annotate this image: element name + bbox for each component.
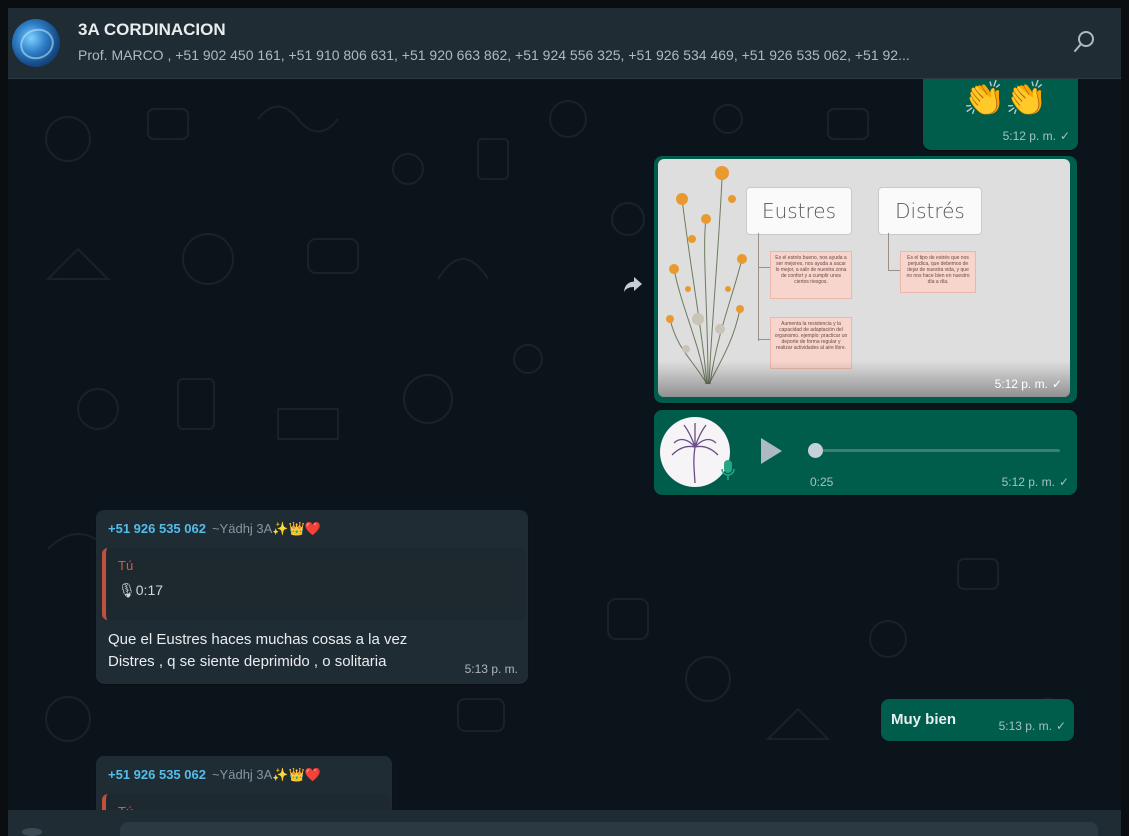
- whatsapp-window: 3A CORDINACION Prof. MARCO , +51 902 450…: [8, 8, 1121, 836]
- connector-line: [758, 339, 770, 340]
- image-message[interactable]: Eustres Distrés Es el estrés bueno, nos …: [654, 156, 1077, 403]
- audio-progress-thumb[interactable]: [808, 443, 823, 458]
- message-composer: [8, 810, 1121, 836]
- message-time: 5:12 p. m.: [1002, 129, 1056, 143]
- search-icon[interactable]: [1071, 28, 1099, 56]
- message-timestamp: 5:12 p. m. ✓: [995, 377, 1062, 391]
- quoted-message[interactable]: Tú 🎙0:17: [102, 548, 526, 620]
- connector-line: [888, 233, 889, 271]
- slide-note-distres: Es el tipo de estrés que nos perjudica, …: [900, 251, 976, 293]
- sent-check-icon: ✓: [1051, 377, 1062, 391]
- sender-nickname: ~Yädhj 3A✨👑❤️: [211, 767, 321, 782]
- emoji-button[interactable]: [22, 828, 42, 836]
- quoted-author: Tú: [118, 558, 134, 573]
- quoted-voice-note: 🎙0:17: [118, 582, 164, 598]
- group-avatar[interactable]: [12, 19, 60, 67]
- message-bubble-muy-bien[interactable]: Muy bien 5:13 p. m. ✓: [881, 699, 1074, 741]
- connector-line: [758, 233, 759, 341]
- message-text-line: Distres , q se siente deprimido , o soli…: [108, 653, 387, 670]
- connector-line: [758, 267, 770, 268]
- message-time: 5:12 p. m.: [994, 377, 1048, 391]
- clap-emoji: 👏👏: [963, 80, 1048, 118]
- sent-check-icon: ✓: [1059, 129, 1070, 143]
- play-icon[interactable]: [758, 436, 784, 466]
- message-time: 5:13 p. m.: [998, 719, 1052, 733]
- microphone-icon: [721, 460, 735, 480]
- message-time: 5:13 p. m.: [464, 662, 518, 676]
- sender-phone: +51 926 535 062: [108, 521, 206, 536]
- message-text-line: Que el Eustres haces muchas cosas a la v…: [108, 631, 408, 648]
- sender-nickname: ~Yädhj 3A✨👑❤️: [211, 521, 321, 536]
- message-bubble-claps[interactable]: 👏👏 5:12 p. m. ✓: [923, 79, 1078, 150]
- forward-icon[interactable]: [622, 273, 644, 295]
- message-sender[interactable]: +51 926 535 062 ~Yädhj 3A✨👑❤️: [108, 520, 321, 538]
- audio-duration: 0:25: [810, 475, 834, 489]
- slide-title-eustres: Eustres: [746, 187, 852, 235]
- sent-check-icon: ✓: [1058, 475, 1069, 489]
- sender-phone: +51 926 535 062: [108, 767, 206, 782]
- group-members-list[interactable]: Prof. MARCO , +51 902 450 161, +51 910 8…: [78, 47, 1063, 63]
- audio-progress-track[interactable]: [816, 449, 1060, 452]
- message-timestamp: 5:13 p. m. ✓: [999, 719, 1066, 733]
- message-input[interactable]: [120, 822, 1098, 836]
- slide-note-eustres: Es el estrés bueno, nos ayuda a ser mejo…: [770, 251, 852, 299]
- message-timestamp: 5:12 p. m. ✓: [1003, 129, 1070, 143]
- message-sender[interactable]: +51 926 535 062 ~Yädhj 3A✨👑❤️: [108, 766, 321, 784]
- incoming-message-reply[interactable]: +51 926 535 062 ~Yädhj 3A✨👑❤️ Tú: [96, 756, 392, 810]
- incoming-message-reply[interactable]: +51 926 535 062 ~Yädhj 3A✨👑❤️ Tú 🎙0:17 Qu…: [96, 510, 528, 684]
- message-text: Muy bien: [891, 711, 957, 728]
- group-name[interactable]: 3A CORDINACION: [78, 20, 226, 40]
- chat-header[interactable]: 3A CORDINACION Prof. MARCO , +51 902 450…: [8, 8, 1121, 79]
- shared-slide-image[interactable]: Eustres Distrés Es el estrés bueno, nos …: [658, 159, 1070, 397]
- connector-line: [888, 270, 900, 271]
- voice-message[interactable]: 0:25 5:12 p. m. ✓: [654, 410, 1077, 495]
- slide-title-distres: Distrés: [878, 187, 982, 235]
- sent-check-icon: ✓: [1055, 719, 1066, 733]
- message-time: 5:12 p. m.: [1001, 475, 1055, 489]
- quoted-message[interactable]: Tú: [102, 794, 390, 810]
- message-list[interactable]: 👏👏 5:12 p. m. ✓ Eustres Distrés Es el es…: [8, 79, 1121, 810]
- message-timestamp: 5:12 p. m. ✓: [1002, 475, 1069, 489]
